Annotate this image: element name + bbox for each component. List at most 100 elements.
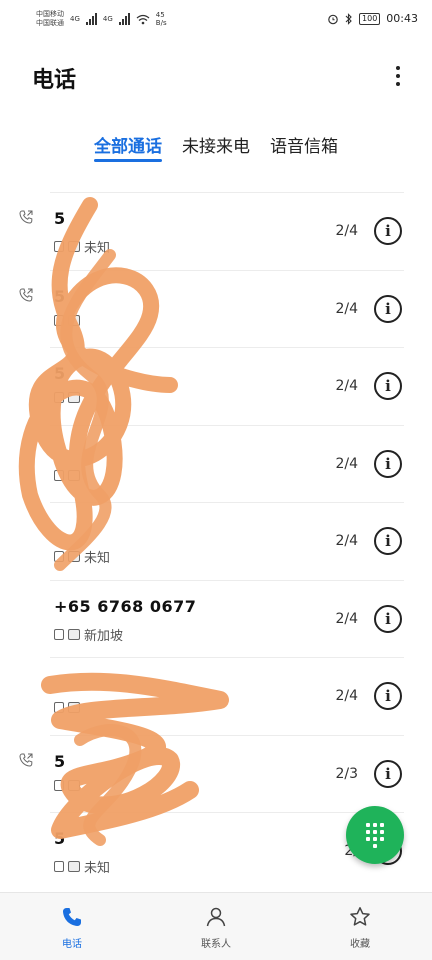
- call-tabs: 全部通话 未接来电 语音信箱: [0, 128, 432, 172]
- carrier-1: 中国移动: [36, 10, 64, 18]
- app-header: 电话: [0, 52, 432, 102]
- call-info-button[interactable]: i: [374, 372, 402, 400]
- sim-icon: [54, 314, 64, 326]
- outgoing-call-icon: [19, 210, 33, 224]
- battery-icon: 100: [359, 12, 381, 25]
- wifi-icon: [136, 14, 150, 24]
- tab-voicemail[interactable]: 语音信箱: [270, 128, 338, 162]
- hd-call-icon: [68, 861, 80, 872]
- call-location: 未知: [84, 551, 111, 566]
- status-left: 中国移动 中国联通 4G 4G 45 B/s: [36, 10, 170, 28]
- call-number: 5: [54, 286, 66, 306]
- info-icon: i: [385, 454, 391, 473]
- phone-icon: [58, 903, 86, 931]
- sim-icon: [54, 702, 64, 713]
- star-icon: [346, 903, 374, 931]
- sim-icon: [54, 861, 64, 872]
- call-meta: 未知: [54, 857, 110, 876]
- call-meta: [54, 469, 84, 481]
- hd-call-icon: [68, 392, 80, 403]
- hd-call-icon: [68, 702, 80, 713]
- person-icon: [202, 903, 230, 931]
- call-info-button[interactable]: i: [374, 682, 402, 710]
- sim-icon: [54, 241, 64, 252]
- hd-call-icon: [68, 314, 80, 326]
- info-icon: i: [385, 532, 391, 550]
- sim-icon: [54, 551, 64, 562]
- call-info-button[interactable]: i: [374, 527, 402, 555]
- call-location: 新加坡: [84, 628, 124, 644]
- call-info-button[interactable]: i: [374, 294, 402, 323]
- more-menu-button[interactable]: [386, 60, 410, 92]
- call-date: 2/4: [335, 378, 358, 394]
- call-log-row[interactable]: 5 2/3 i: [19, 734, 404, 813]
- call-location: 未知: [84, 861, 111, 876]
- network-2-label: 4G: [102, 15, 113, 23]
- hd-call-icon: [68, 551, 80, 562]
- net-speed: 45 B/s: [155, 11, 167, 27]
- call-log-row[interactable]: 5 2/4 i: [19, 269, 404, 348]
- call-number: +65 6768 0677: [54, 596, 197, 616]
- info-icon: i: [385, 222, 391, 240]
- network-1-label: 4G: [70, 15, 80, 23]
- sim-icon: [54, 392, 64, 403]
- call-date: 2/4: [335, 300, 358, 317]
- info-icon: i: [385, 377, 391, 395]
- hd-call-icon: [68, 469, 80, 481]
- alarm-icon: [328, 14, 338, 24]
- more-dot-icon: [396, 66, 400, 70]
- dialpad-button[interactable]: [346, 806, 404, 864]
- nav-contacts[interactable]: 联系人: [144, 893, 288, 960]
- nav-phone-label: 电话: [62, 939, 82, 950]
- tab-missed-calls[interactable]: 未接来电: [182, 128, 250, 162]
- bottom-navigation: 电话 联系人 收藏: [0, 892, 432, 960]
- carrier-2: 中国联通: [36, 19, 64, 27]
- clock: 00:43: [386, 12, 418, 25]
- call-date: 2/3: [335, 765, 358, 782]
- call-log-row[interactable]: 2/4 i: [50, 657, 404, 735]
- sim-icon: [54, 628, 64, 640]
- call-meta: 未知: [54, 547, 110, 566]
- call-log-list: 5 未知 2/4 i 5 2/4 i 5 2/4 i 2/4 i 未知 2/4 i +65 6768 0677…: [0, 192, 432, 890]
- more-dot-icon: [396, 74, 400, 78]
- signal-2-icon: [118, 13, 130, 25]
- call-date: 2/4: [335, 688, 358, 704]
- call-number: 5: [54, 209, 66, 228]
- call-info-button[interactable]: i: [374, 449, 402, 478]
- call-date: 2/4: [335, 455, 358, 472]
- call-meta: [54, 779, 84, 791]
- call-info-button[interactable]: i: [374, 217, 402, 245]
- info-icon: i: [385, 687, 391, 705]
- call-meta: [54, 392, 84, 403]
- call-date: 2/4: [335, 223, 358, 239]
- info-icon: i: [385, 609, 391, 628]
- call-number: 5: [54, 751, 66, 771]
- outgoing-call-icon: [19, 288, 33, 302]
- tab-all-calls[interactable]: 全部通话: [94, 128, 162, 162]
- more-dot-icon: [396, 82, 400, 86]
- call-log-row[interactable]: 5 2/4 i: [50, 347, 404, 425]
- nav-favorites[interactable]: 收藏: [288, 893, 432, 960]
- nav-favorites-label: 收藏: [350, 939, 370, 950]
- outgoing-call-icon: [19, 753, 33, 767]
- info-icon: i: [385, 299, 391, 318]
- status-right: 100 00:43: [327, 12, 418, 25]
- call-number: 5: [54, 364, 66, 383]
- page-title: 电话: [32, 68, 77, 93]
- call-meta: 未知: [54, 237, 110, 256]
- call-log-row[interactable]: 5 未知 2/4 i: [19, 192, 404, 270]
- info-icon: i: [385, 764, 391, 783]
- sim-icon: [54, 779, 64, 791]
- call-log-row[interactable]: +65 6768 0677 新加坡 2/4 i: [50, 579, 404, 658]
- call-log-row[interactable]: 2/4 i: [50, 424, 404, 503]
- call-info-button[interactable]: i: [374, 604, 402, 633]
- call-date: 2/4: [335, 533, 358, 549]
- signal-1-icon: [85, 13, 97, 25]
- status-bar: 中国移动 中国联通 4G 4G 45 B/s 100 00:43: [0, 0, 432, 44]
- sim-icon: [54, 469, 64, 481]
- nav-phone[interactable]: 电话: [0, 893, 144, 960]
- call-info-button[interactable]: i: [374, 759, 402, 788]
- call-meta: 新加坡: [54, 625, 123, 644]
- call-meta: [54, 314, 84, 326]
- call-log-row[interactable]: 未知 2/4 i: [50, 502, 404, 580]
